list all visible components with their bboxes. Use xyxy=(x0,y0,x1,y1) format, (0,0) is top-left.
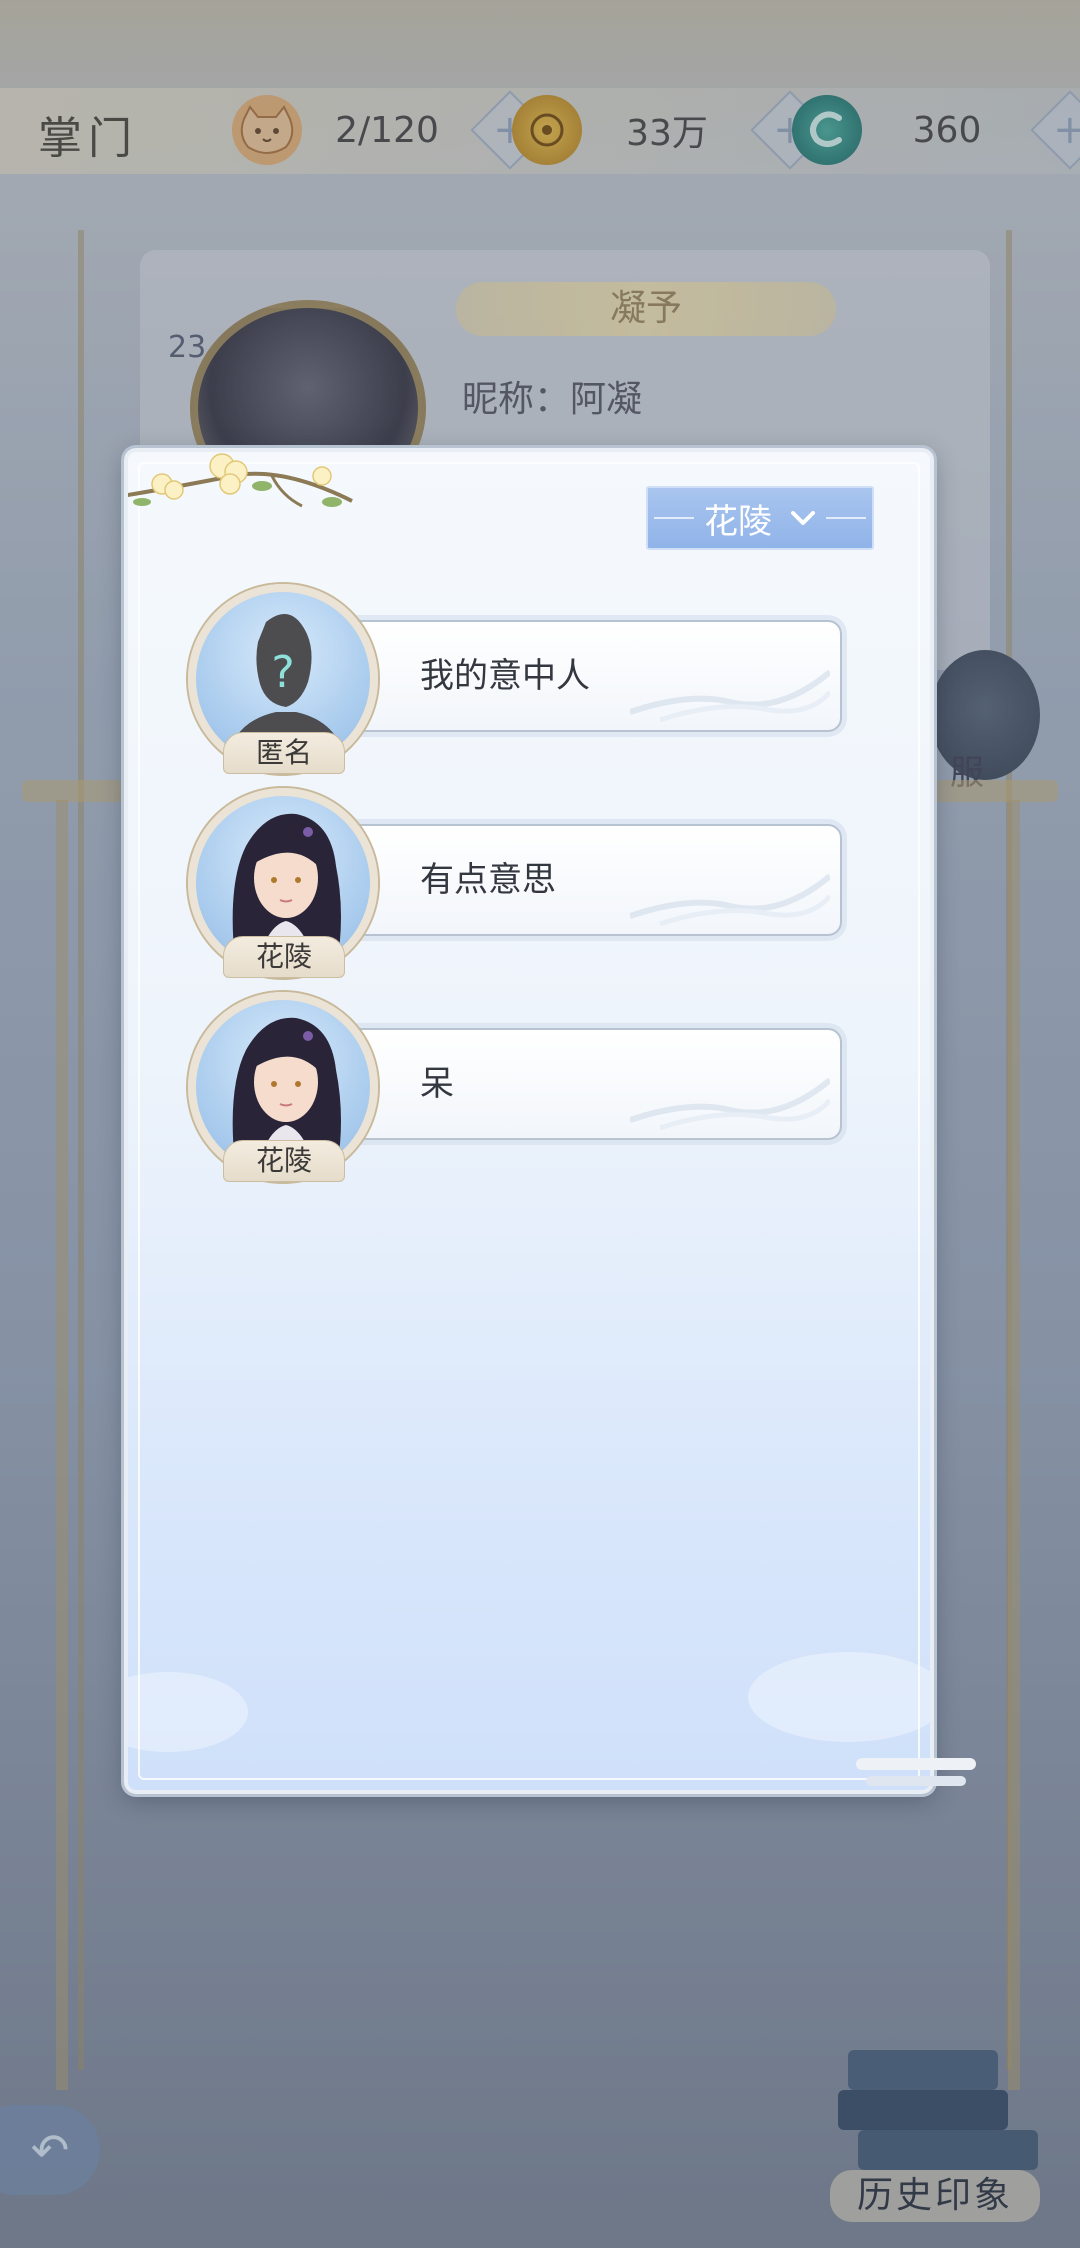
avatar-name-label: 匿名 xyxy=(223,732,345,774)
dropdown-selected-value: 花陵 xyxy=(704,501,772,542)
wave-decoration-icon xyxy=(630,873,830,926)
flower-branch-icon xyxy=(128,453,353,508)
character-filter-dropdown[interactable]: 花陵 xyxy=(646,486,874,550)
wave-decoration-icon xyxy=(630,1077,830,1130)
avatar-name-label: 花陵 xyxy=(223,1140,345,1182)
cloud-decoration xyxy=(128,1672,248,1752)
scroll-handle-icon[interactable] xyxy=(856,1752,976,1792)
impression-text: 我的意中人 xyxy=(420,656,590,696)
impression-entry[interactable]: 我的意中人 ? 匿名 xyxy=(188,584,878,774)
impression-text: 呆 xyxy=(420,1064,454,1104)
impression-modal: 花陵 我的意中人 ? 匿名 有点意思 花陵 呆 花陵 xyxy=(124,448,934,1794)
dropdown-ornament xyxy=(654,517,694,519)
avatar-name-label: 花陵 xyxy=(223,936,345,978)
impression-entry[interactable]: 有点意思 花陵 xyxy=(188,788,878,978)
wave-decoration-icon xyxy=(630,669,830,722)
impression-bar: 呆 xyxy=(318,1028,842,1140)
impression-text: 有点意思 xyxy=(420,860,556,900)
impression-bar: 有点意思 xyxy=(318,824,842,936)
svg-text:?: ? xyxy=(271,647,294,698)
chevron-down-icon xyxy=(791,511,815,525)
dropdown-ornament xyxy=(826,517,866,519)
cloud-decoration xyxy=(748,1652,930,1742)
impression-entry[interactable]: 呆 花陵 xyxy=(188,992,878,1182)
impression-bar: 我的意中人 xyxy=(318,620,842,732)
